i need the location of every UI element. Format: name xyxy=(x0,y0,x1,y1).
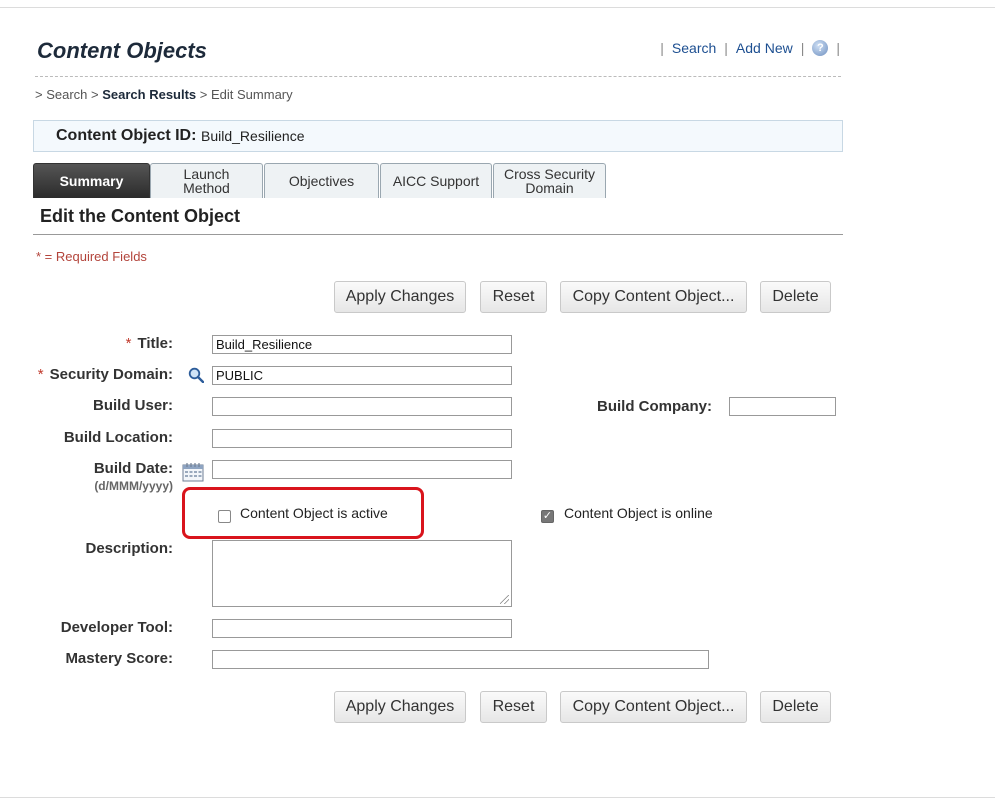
breadcrumb-edit-summary: > Edit Summary xyxy=(199,87,293,102)
copy-content-object-button[interactable]: Copy Content Object... xyxy=(560,281,747,313)
breadcrumb: > Search > Search Results > Edit Summary xyxy=(35,87,293,102)
resize-grip-icon[interactable] xyxy=(500,595,509,604)
delete-button[interactable]: Delete xyxy=(760,281,831,313)
tab-cross-security-domain-label-2: Domain xyxy=(525,180,574,196)
build-company-label: Build Company: xyxy=(597,398,712,415)
developer-tool-field[interactable] xyxy=(212,619,512,638)
page-title: Content Objects xyxy=(37,38,207,63)
tab-aicc-support[interactable]: AICC Support xyxy=(380,163,492,198)
title-label: * Title: xyxy=(126,335,173,352)
content-object-id-label: Content Object ID: xyxy=(56,127,197,144)
build-company-field[interactable] xyxy=(729,397,836,416)
apply-changes-button[interactable]: Apply Changes xyxy=(334,281,466,313)
link-separator: | xyxy=(836,40,840,56)
online-checkbox-label: Content Object is online xyxy=(564,505,713,521)
tab-launch-method[interactable]: Launch Method xyxy=(150,163,263,198)
content-object-id-box: Content Object ID: Build_Resilience xyxy=(33,120,843,152)
content-object-id-value: Build_Resilience xyxy=(201,128,305,144)
top-links: | Search | Add New | ? | xyxy=(660,40,840,56)
reset-button[interactable]: Reset xyxy=(480,691,547,723)
required-fields-note: * = Required Fields xyxy=(36,249,147,264)
tab-objectives-label: Objectives xyxy=(288,173,355,189)
active-checkbox[interactable] xyxy=(218,510,231,523)
active-checkbox-label: Content Object is active xyxy=(240,505,388,521)
help-icon[interactable]: ? xyxy=(812,40,829,56)
search-icon[interactable] xyxy=(188,367,204,383)
add-new-link[interactable]: Add New xyxy=(736,40,793,56)
top-divider xyxy=(0,7,995,8)
build-location-label: Build Location: xyxy=(63,429,173,446)
search-link[interactable]: Search xyxy=(672,40,716,56)
header-divider xyxy=(35,76,841,77)
required-star: * xyxy=(37,366,44,383)
tab-summary[interactable]: Summary xyxy=(33,163,150,198)
description-label: Description: xyxy=(85,540,173,557)
delete-button[interactable]: Delete xyxy=(760,691,831,723)
build-user-label: Build User: xyxy=(92,397,173,414)
reset-button[interactable]: Reset xyxy=(480,281,547,313)
security-domain-label-text: Security Domain: xyxy=(49,366,173,383)
build-date-format: (d/MMM/yyyy) xyxy=(94,479,173,493)
build-location-field[interactable] xyxy=(212,429,512,448)
mastery-score-field[interactable] xyxy=(212,650,709,669)
link-separator: | xyxy=(660,40,664,56)
section-title: Edit the Content Object xyxy=(40,206,240,226)
security-domain-field[interactable]: PUBLIC xyxy=(212,366,512,385)
link-separator: | xyxy=(724,40,728,56)
developer-tool-label: Developer Tool: xyxy=(60,619,173,636)
bottom-divider xyxy=(0,797,995,798)
apply-changes-button[interactable]: Apply Changes xyxy=(334,691,466,723)
copy-content-object-button[interactable]: Copy Content Object... xyxy=(560,691,747,723)
build-date-label: Build Date: xyxy=(93,460,173,477)
build-date-field[interactable] xyxy=(212,460,512,479)
calendar-icon[interactable] xyxy=(182,462,204,482)
tab-cross-security-domain[interactable]: Cross Security Domain xyxy=(493,163,606,198)
tab-launch-method-label-2: Method xyxy=(183,180,230,196)
link-separator: | xyxy=(800,40,805,56)
tab-launch-method-label-1: Launch xyxy=(183,166,230,182)
required-star: * xyxy=(125,335,132,352)
security-domain-label: * Security Domain: xyxy=(38,366,173,383)
breadcrumb-search-results[interactable]: Search Results xyxy=(102,87,196,102)
tab-summary-label: Summary xyxy=(59,173,124,189)
section-divider xyxy=(33,234,843,235)
tab-aicc-support-label: AICC Support xyxy=(392,173,480,189)
build-user-field[interactable] xyxy=(212,397,512,416)
breadcrumb-search[interactable]: > Search > xyxy=(35,87,99,102)
title-field[interactable]: Build_Resilience xyxy=(212,335,512,354)
title-label-text: Title: xyxy=(137,335,173,352)
tab-objectives[interactable]: Objectives xyxy=(264,163,379,198)
tab-cross-security-domain-label-1: Cross Security xyxy=(503,166,596,182)
description-textarea[interactable] xyxy=(212,540,512,607)
online-checkbox[interactable]: ✓ xyxy=(541,510,554,523)
mastery-score-label: Mastery Score: xyxy=(65,650,173,667)
